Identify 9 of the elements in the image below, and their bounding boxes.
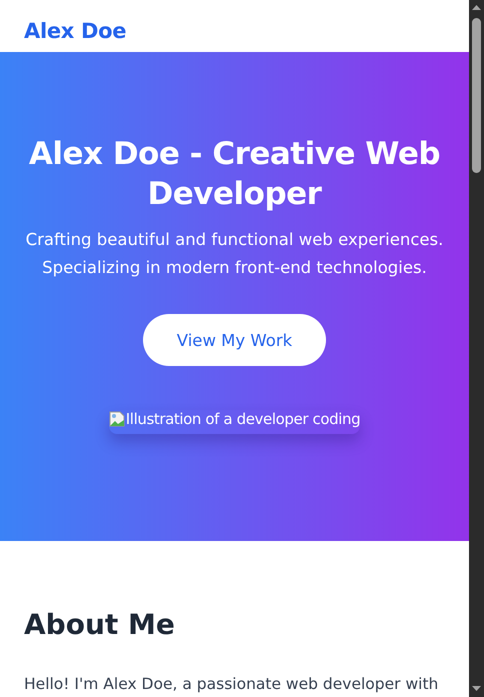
hero-title: Alex Doe - Creative Web Developer xyxy=(28,135,442,214)
section-heading: About Me xyxy=(24,607,176,643)
broken-image-icon xyxy=(108,411,125,427)
scrollbar[interactable] xyxy=(469,0,484,697)
about-paragraph: Hello! I'm Alex Doe, a passionate web developer with xyxy=(24,674,440,695)
site-logo[interactable]: Alex Doe xyxy=(24,19,126,43)
hero-subtitle: Crafting beautiful and functional web experiences. Specializing in modern front-end technologies. xyxy=(24,229,444,279)
image-alt-text: Illustration of a developer coding xyxy=(126,410,360,428)
view-work-button[interactable]: View My Work xyxy=(143,314,326,366)
